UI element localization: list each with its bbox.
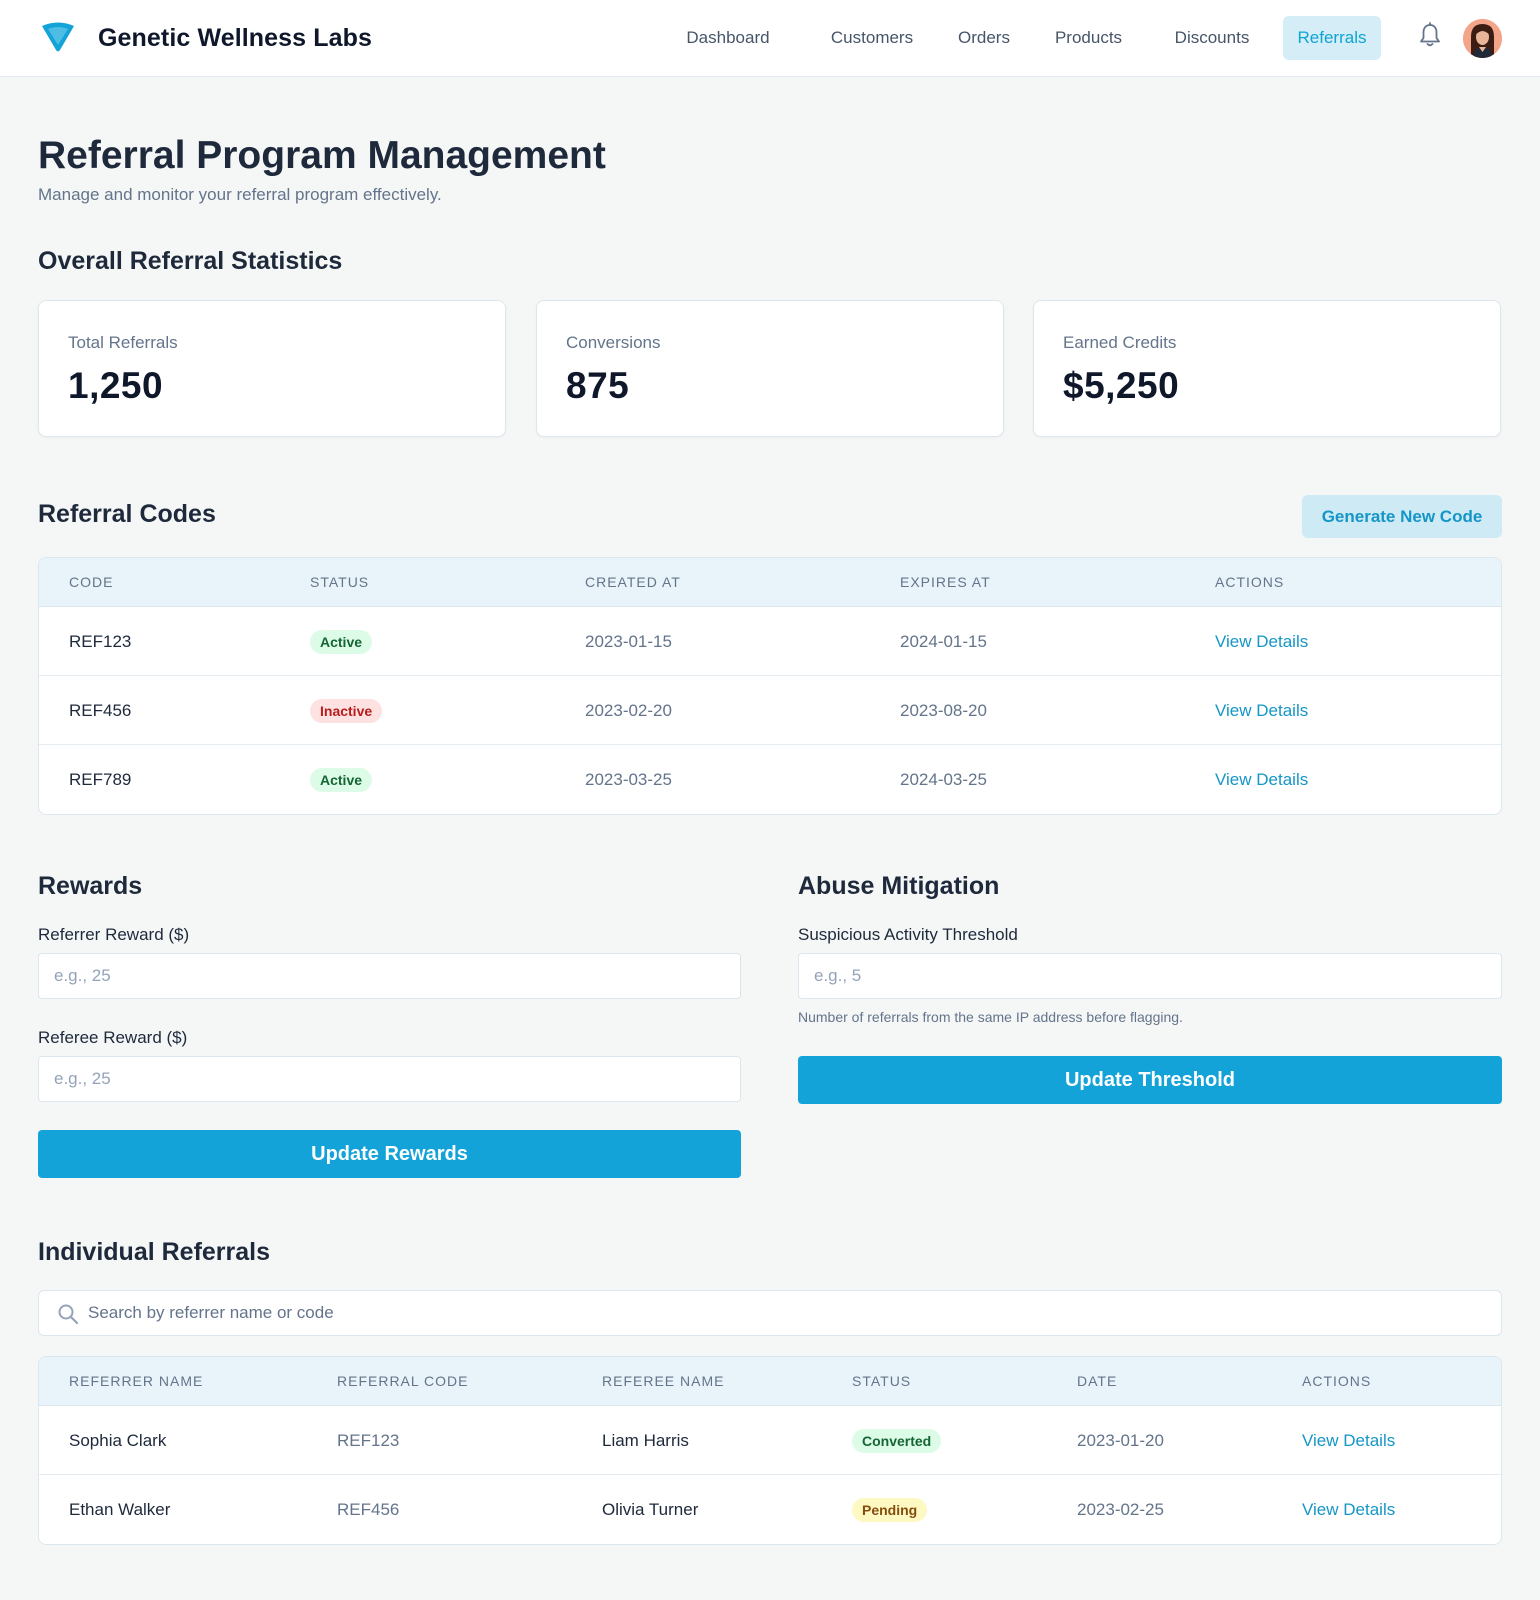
- top-navigation-bar: Genetic Wellness Labs Dashboard Customer…: [0, 0, 1540, 77]
- funnel-logo-icon: [42, 22, 74, 52]
- view-details-link[interactable]: View Details: [1215, 676, 1308, 745]
- stat-card-conversions: Conversions 875: [536, 300, 1004, 437]
- stat-value: $5,250: [1063, 365, 1180, 406]
- column-header-actions: Actions: [1302, 1373, 1372, 1389]
- individual-section-title: Individual Referrals: [38, 1238, 271, 1266]
- bell-icon[interactable]: [1418, 22, 1442, 48]
- status-badge: Active: [310, 630, 373, 654]
- column-header-date: Date: [1077, 1373, 1118, 1389]
- brand-name: Genetic Wellness Labs: [98, 23, 372, 52]
- view-details-link[interactable]: View Details: [1215, 607, 1308, 676]
- expires-at-cell: 2024-01-15: [900, 632, 987, 651]
- stat-label: Earned Credits: [1063, 333, 1177, 352]
- stat-card-earned-credits: Earned Credits $5,250: [1033, 300, 1501, 437]
- column-header-status: Status: [852, 1373, 912, 1389]
- referee-name-cell: Liam Harris: [602, 1431, 689, 1450]
- referrer-reward-input[interactable]: [38, 953, 741, 999]
- code-cell: REF789: [69, 770, 132, 789]
- column-header-referee-name: Referee Name: [602, 1373, 725, 1389]
- created-at-cell: 2023-02-20: [585, 701, 672, 720]
- table-header: Code Status Created At Expires At Action…: [39, 558, 1501, 607]
- page-title: Referral Program Management: [38, 134, 606, 177]
- stat-value: 875: [566, 365, 630, 406]
- column-header-referrer-name: Referrer Name: [69, 1373, 204, 1389]
- table-header: Referrer Name Referral Code Referee Name…: [39, 1357, 1501, 1406]
- referral-codes-table: Code Status Created At Expires At Action…: [38, 557, 1502, 815]
- expires-at-cell: 2024-03-25: [900, 770, 987, 789]
- expires-at-cell: 2023-08-20: [900, 701, 987, 720]
- referee-reward-label: Referee Reward ($): [38, 1028, 188, 1047]
- rewards-section-title: Rewards: [38, 872, 143, 900]
- referee-name-cell: Olivia Turner: [602, 1500, 699, 1519]
- table-row: REF123 Active 2023-01-15 2024-01-15 View…: [39, 607, 1501, 676]
- created-at-cell: 2023-03-25: [585, 770, 672, 789]
- stat-card-total-referrals: Total Referrals 1,250: [38, 300, 506, 437]
- status-badge: Active: [310, 768, 373, 792]
- nav-item-orders[interactable]: Orders: [944, 16, 1024, 60]
- search-icon: [58, 1304, 79, 1325]
- search-box: [38, 1290, 1502, 1336]
- referrer-name-cell: Sophia Clark: [69, 1431, 167, 1450]
- nav-item-dashboard[interactable]: Dashboard: [672, 16, 784, 60]
- threshold-help-text: Number of referrals from the same IP add…: [798, 1009, 1183, 1025]
- referral-code-cell: REF123: [337, 1431, 400, 1450]
- page-subtitle: Manage and monitor your referral program…: [38, 185, 442, 204]
- generate-new-code-button[interactable]: Generate New Code: [1302, 495, 1502, 538]
- status-badge: Converted: [852, 1429, 942, 1453]
- column-header-status: Status: [310, 574, 370, 590]
- table-row: REF456 Inactive 2023-02-20 2023-08-20 Vi…: [39, 676, 1501, 745]
- table-row: Sophia Clark REF123 Liam Harris Converte…: [39, 1406, 1501, 1475]
- view-details-link[interactable]: View Details: [1302, 1406, 1395, 1475]
- created-at-cell: 2023-01-15: [585, 632, 672, 651]
- stat-value: 1,250: [68, 365, 164, 406]
- nav-item-discounts[interactable]: Discounts: [1159, 16, 1265, 60]
- table-row: Ethan Walker REF456 Olivia Turner Pendin…: [39, 1475, 1501, 1544]
- nav-item-referrals[interactable]: Referrals: [1283, 16, 1381, 60]
- code-cell: REF123: [69, 632, 132, 651]
- nav-item-customers[interactable]: Customers: [812, 16, 932, 60]
- stats-section-title: Overall Referral Statistics: [38, 247, 343, 275]
- column-header-referral-code: Referral Code: [337, 1373, 469, 1389]
- nav-item-products[interactable]: Products: [1043, 16, 1134, 60]
- search-input[interactable]: [88, 1291, 1488, 1335]
- code-cell: REF456: [69, 701, 132, 720]
- date-cell: 2023-01-20: [1077, 1431, 1164, 1450]
- referrer-name-cell: Ethan Walker: [69, 1500, 171, 1519]
- status-badge: Pending: [852, 1498, 928, 1522]
- stat-label: Total Referrals: [68, 333, 178, 352]
- table-row: REF789 Active 2023-03-25 2024-03-25 View…: [39, 745, 1501, 814]
- update-threshold-button[interactable]: Update Threshold: [798, 1056, 1502, 1104]
- stat-label: Conversions: [566, 333, 661, 352]
- threshold-input[interactable]: [798, 953, 1502, 999]
- threshold-label: Suspicious Activity Threshold: [798, 925, 1018, 944]
- abuse-section-title: Abuse Mitigation: [798, 872, 1000, 900]
- column-header-code: Code: [69, 574, 114, 590]
- brand[interactable]: Genetic Wellness Labs: [40, 20, 372, 56]
- update-rewards-button[interactable]: Update Rewards: [38, 1130, 741, 1178]
- avatar-portrait-icon: [1463, 19, 1502, 58]
- view-details-link[interactable]: View Details: [1215, 745, 1308, 814]
- column-header-actions: Actions: [1215, 574, 1285, 590]
- codes-section-title: Referral Codes: [38, 500, 216, 528]
- column-header-expires-at: Expires At: [900, 574, 991, 590]
- status-badge: Inactive: [310, 699, 383, 723]
- user-avatar[interactable]: [1463, 19, 1502, 58]
- referee-reward-input[interactable]: [38, 1056, 741, 1102]
- referrer-reward-label: Referrer Reward ($): [38, 925, 190, 944]
- individual-referrals-table: Referrer Name Referral Code Referee Name…: [38, 1356, 1502, 1545]
- date-cell: 2023-02-25: [1077, 1500, 1164, 1519]
- view-details-link[interactable]: View Details: [1302, 1475, 1395, 1544]
- column-header-created-at: Created At: [585, 574, 681, 590]
- referral-code-cell: REF456: [337, 1500, 400, 1519]
